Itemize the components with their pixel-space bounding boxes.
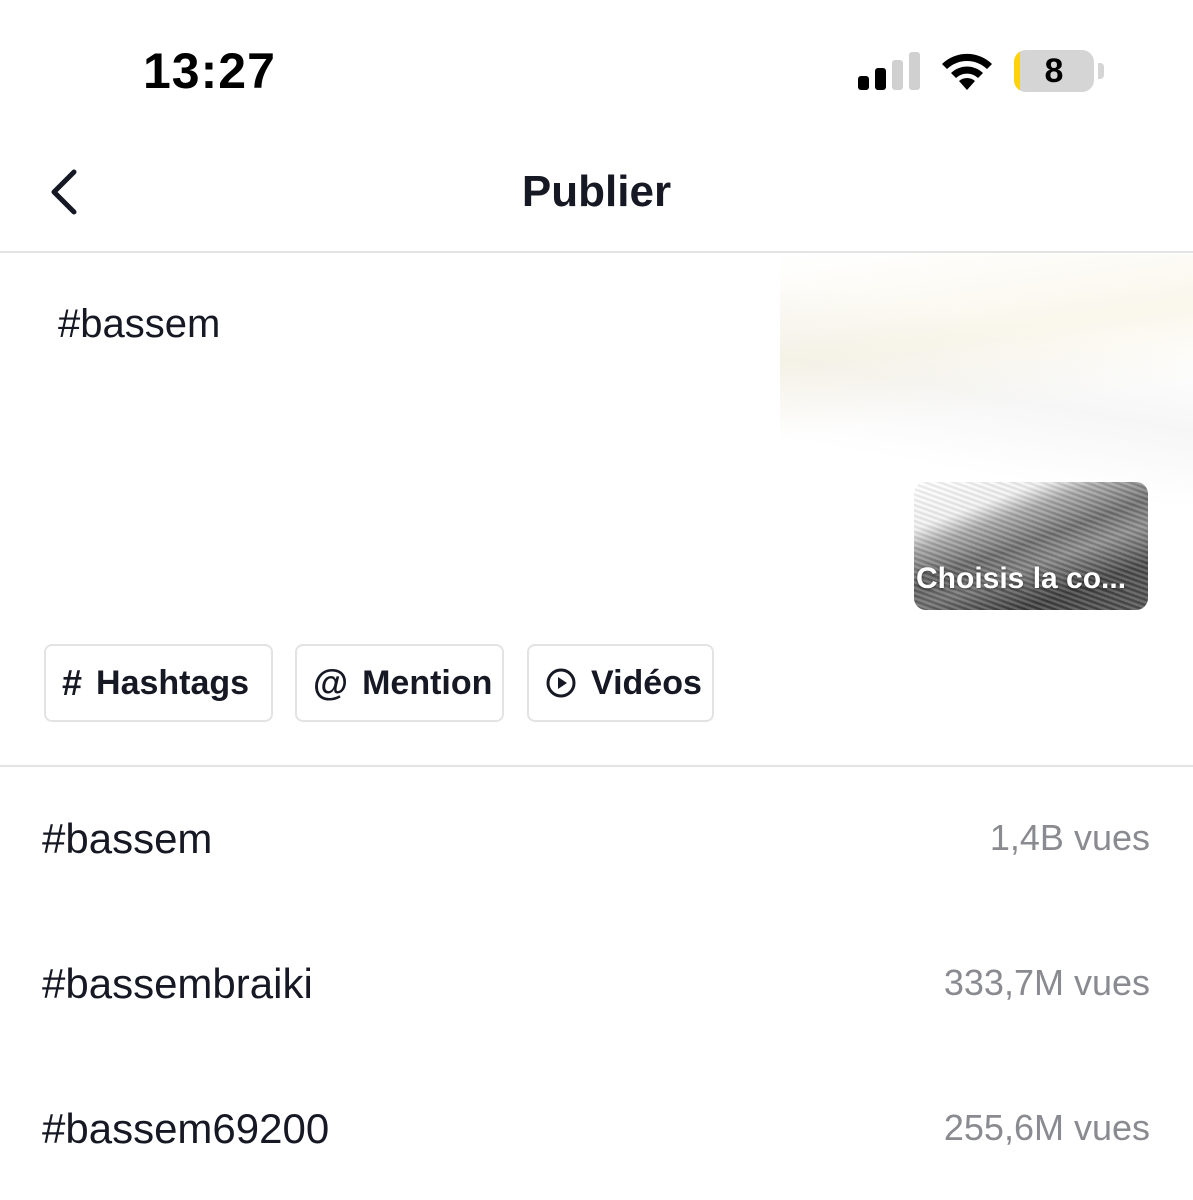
suggestion-views: 333,7M vues [943, 962, 1150, 1003]
hashtags-button[interactable]: # Hashtags [44, 644, 273, 722]
videos-label: Vidéos [591, 663, 702, 702]
battery-level: 8 [1044, 52, 1064, 90]
caption-input[interactable]: #bassem [58, 302, 878, 347]
hashtags-label: Hashtags [96, 663, 250, 702]
status-bar: 13:27 8 [0, 0, 1193, 130]
hashtag-suggestion[interactable]: #bassembraiki 333,7M vues [0, 912, 1193, 1057]
back-button[interactable] [36, 160, 92, 224]
cover-preview-background [780, 254, 1193, 504]
cellular-signal-icon [858, 52, 920, 90]
status-time: 13:27 [143, 43, 276, 99]
hashtag-suggestion[interactable]: #bassem 1,4B vues [0, 767, 1193, 912]
suggestion-tag: #bassembraiki [42, 960, 313, 1007]
cover-label: Choisis la co... [916, 562, 1127, 595]
suggestion-views: 1,4B vues [989, 817, 1150, 858]
at-icon: @ [313, 662, 349, 703]
battery-icon: 8 [1014, 50, 1104, 92]
mention-label: Mention [362, 663, 493, 702]
videos-button[interactable]: Vidéos [527, 644, 714, 722]
nav-bar: Publier [0, 130, 1193, 253]
mention-button[interactable]: @ Mention [295, 644, 504, 722]
hash-icon: # [62, 662, 83, 703]
suggestion-tag: #bassem69200 [42, 1105, 330, 1152]
suggestion-tag: #bassem [42, 815, 213, 862]
hashtag-suggestion[interactable]: #bassem69200 255,6M vues [0, 1057, 1193, 1200]
suggestion-views: 255,6M vues [943, 1107, 1150, 1148]
page-title: Publier [521, 167, 672, 216]
play-circle-icon [545, 667, 577, 699]
wifi-icon [942, 53, 992, 90]
chevron-left-icon [51, 169, 77, 215]
cover-selector[interactable]: Choisis la co... [914, 482, 1148, 610]
